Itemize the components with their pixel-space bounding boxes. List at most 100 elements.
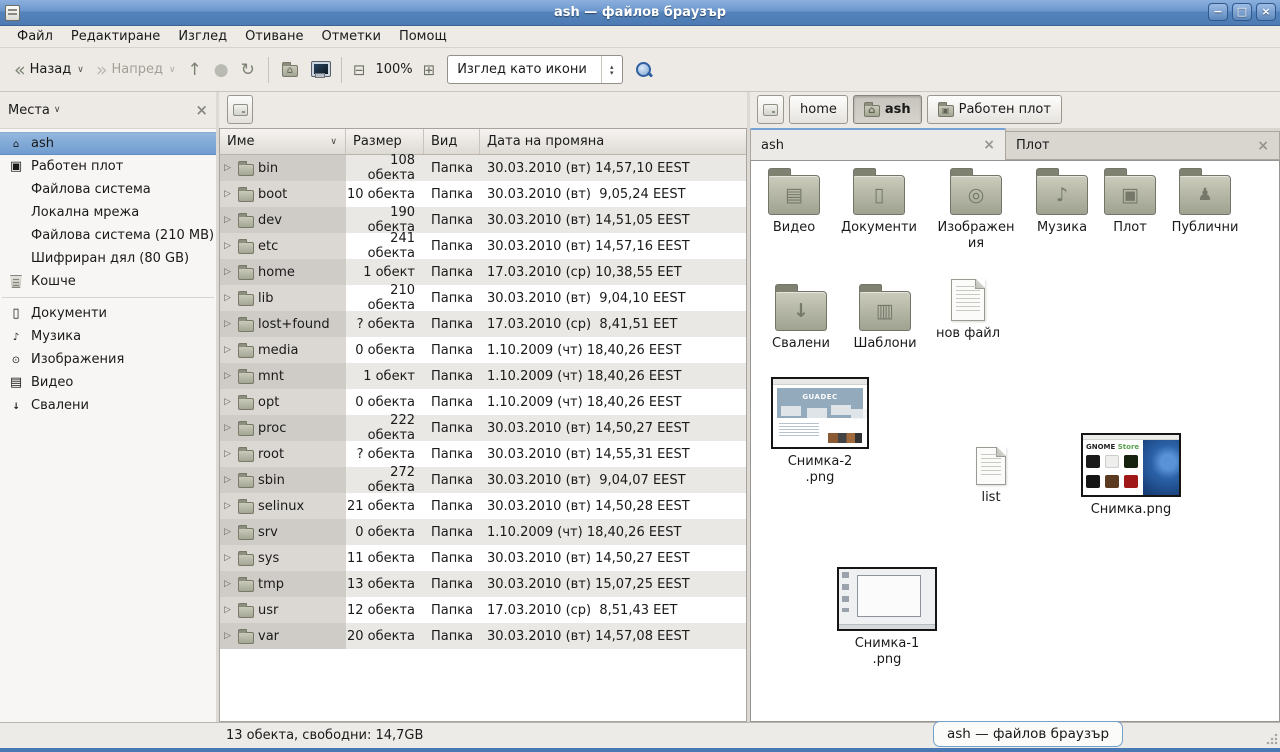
menu-item[interactable]: Редактиране: [62, 27, 169, 46]
table-row[interactable]: ▷ home 1 обект Папка 17.03.2010 (ср) 10,…: [220, 259, 746, 285]
back-dropdown-icon[interactable]: ∨: [77, 65, 84, 75]
menu-item[interactable]: Отиване: [236, 27, 312, 46]
expander-icon[interactable]: ▷: [224, 605, 234, 615]
expander-icon[interactable]: ▷: [224, 293, 234, 303]
forward-dropdown-icon[interactable]: ∨: [169, 65, 176, 75]
expander-icon[interactable]: ▷: [224, 215, 234, 225]
table-row[interactable]: ▷ proc 222 обекта Папка 30.03.2010 (вт) …: [220, 415, 746, 441]
expander-icon[interactable]: ▷: [224, 423, 234, 433]
menu-item[interactable]: Отметки: [312, 27, 389, 46]
view-mode-select[interactable]: Изглед като икони ▴▾: [447, 55, 623, 84]
titlebar[interactable]: ash — файлов браузър − □ ×: [0, 0, 1280, 26]
breadcrumb-ash-button[interactable]: ash: [853, 95, 922, 124]
home-button[interactable]: [276, 58, 304, 81]
column-header-name[interactable]: Име ∨: [220, 129, 346, 154]
column-header-kind[interactable]: Вид: [424, 129, 480, 154]
table-row[interactable]: ▷ root ? обекта Папка 30.03.2010 (вт) 14…: [220, 441, 746, 467]
sidebar-item[interactable]: Файлова система: [0, 178, 216, 201]
folder-item-pictures[interactable]: Изображения: [934, 167, 1018, 253]
file-item-list[interactable]: list: [961, 447, 1021, 506]
folder-item-public[interactable]: Публични: [1161, 167, 1249, 236]
minimize-button[interactable]: −: [1208, 3, 1228, 21]
stop-button[interactable]: ●: [208, 57, 235, 83]
tab-close-icon[interactable]: ×: [1257, 138, 1269, 154]
table-row[interactable]: ▷ lib 210 обекта Папка 30.03.2010 (вт) 9…: [220, 285, 746, 311]
table-row[interactable]: ▷ opt 0 обекта Папка 1.10.2009 (чт) 18,4…: [220, 389, 746, 415]
resize-grip[interactable]: [1266, 733, 1278, 745]
table-row[interactable]: ▷ lost+found ? обекта Папка 17.03.2010 (…: [220, 311, 746, 337]
zoom-in-button[interactable]: ⊞: [419, 58, 440, 82]
column-header-modified[interactable]: Дата на промяна: [480, 129, 746, 154]
sidebar-item[interactable]: Свалени: [0, 394, 216, 417]
breadcrumb-root-button[interactable]: [757, 95, 784, 124]
expander-icon[interactable]: ▷: [224, 553, 234, 563]
file-item-snimka2[interactable]: GUADEC Снимка-2.png: [765, 377, 875, 487]
sidebar-item[interactable]: Видео: [0, 371, 216, 394]
icon-view[interactable]: Видео Документи Изображения Музика Плот …: [750, 160, 1280, 722]
sidebar-item[interactable]: Работен плот: [0, 155, 216, 178]
up-button[interactable]: ↑: [182, 57, 208, 83]
table-row[interactable]: ▷ mnt 1 обект Папка 1.10.2009 (чт) 18,40…: [220, 363, 746, 389]
file-item-snimka1[interactable]: Снимка-1.png: [831, 567, 943, 669]
view-mode-spinner-icon[interactable]: ▴▾: [602, 64, 622, 76]
column-header-size[interactable]: Размер: [346, 129, 424, 154]
expander-icon[interactable]: ▷: [224, 163, 234, 173]
tab-ash[interactable]: ash ×: [750, 128, 1006, 160]
forward-button[interactable]: » Напред ∨: [90, 58, 182, 82]
back-button[interactable]: « Назад ∨: [8, 58, 90, 82]
sidebar-item[interactable]: Документи: [0, 302, 216, 325]
sidebar-item[interactable]: ash: [0, 132, 216, 155]
table-row[interactable]: ▷ sbin 272 обекта Папка 30.03.2010 (вт) …: [220, 467, 746, 493]
expander-icon[interactable]: ▷: [224, 631, 234, 641]
expander-icon[interactable]: ▷: [224, 345, 234, 355]
expander-icon[interactable]: ▷: [224, 319, 234, 329]
table-row[interactable]: ▷ selinux 21 обекта Папка 30.03.2010 (вт…: [220, 493, 746, 519]
table-row[interactable]: ▷ bin 108 обекта Папка 30.03.2010 (вт) 1…: [220, 155, 746, 181]
sidebar-item[interactable]: Кошче: [0, 270, 216, 293]
expander-icon[interactable]: ▷: [224, 475, 234, 485]
table-row[interactable]: ▷ dev 190 обекта Папка 30.03.2010 (вт) 1…: [220, 207, 746, 233]
expander-icon[interactable]: ▷: [224, 189, 234, 199]
table-row[interactable]: ▷ srv 0 обекта Папка 1.10.2009 (чт) 18,4…: [220, 519, 746, 545]
table-row[interactable]: ▷ media 0 обекта Папка 1.10.2009 (чт) 18…: [220, 337, 746, 363]
sidebar-item[interactable]: Изображения: [0, 348, 216, 371]
folder-item-downloads[interactable]: Свалени: [759, 283, 843, 352]
maximize-button[interactable]: □: [1232, 3, 1252, 21]
close-button[interactable]: ×: [1256, 3, 1276, 21]
reload-button[interactable]: ↻: [235, 57, 261, 83]
zoom-out-button[interactable]: ⊟: [349, 58, 370, 82]
computer-button[interactable]: [304, 58, 334, 82]
sidebar-item[interactable]: Файлова система (210 MB): [0, 224, 216, 247]
expander-icon[interactable]: ▷: [224, 527, 234, 537]
expander-icon[interactable]: ▷: [224, 397, 234, 407]
table-row[interactable]: ▷ usr 12 обекта Папка 17.03.2010 (ср) 8,…: [220, 597, 746, 623]
expander-icon[interactable]: ▷: [224, 501, 234, 511]
file-item-new-file[interactable]: нов файл: [926, 279, 1010, 342]
table-row[interactable]: ▷ etc 241 обекта Папка 30.03.2010 (вт) 1…: [220, 233, 746, 259]
folder-item-documents[interactable]: Документи: [836, 167, 922, 236]
folder-item-video[interactable]: Видео: [752, 167, 836, 236]
table-row[interactable]: ▷ sys 11 обекта Папка 30.03.2010 (вт) 14…: [220, 545, 746, 571]
sidebar-item[interactable]: Шифриран дял (80 GB): [0, 247, 216, 270]
file-item-snimka[interactable]: GNOME Store Снимка.png: [1077, 433, 1185, 518]
places-close-icon[interactable]: ×: [195, 101, 208, 119]
menu-item[interactable]: Изглед: [169, 27, 236, 46]
breadcrumb-desktop-button[interactable]: Работен плот: [927, 95, 1062, 124]
tab-close-icon[interactable]: ×: [983, 137, 995, 153]
expander-icon[interactable]: ▷: [224, 579, 234, 589]
expander-icon[interactable]: ▷: [224, 449, 234, 459]
table-row[interactable]: ▷ var 20 обекта Папка 30.03.2010 (вт) 14…: [220, 623, 746, 649]
table-row[interactable]: ▷ tmp 13 обекта Папка 30.03.2010 (вт) 15…: [220, 571, 746, 597]
menu-item[interactable]: Файл: [8, 27, 62, 46]
folder-item-templates[interactable]: Шаблони: [843, 283, 927, 352]
expander-icon[interactable]: ▷: [224, 241, 234, 251]
table-row[interactable]: ▷ boot 10 обекта Папка 30.03.2010 (вт) 9…: [220, 181, 746, 207]
expander-icon[interactable]: ▷: [224, 267, 234, 277]
sidebar-item[interactable]: Музика: [0, 325, 216, 348]
places-selector[interactable]: Места ∨: [8, 103, 61, 118]
folder-item-desktop[interactable]: Плот: [1088, 167, 1172, 236]
tab-plot[interactable]: Плот ×: [1006, 131, 1280, 160]
sidebar-item[interactable]: Локална мрежа: [0, 201, 216, 224]
expander-icon[interactable]: ▷: [224, 371, 234, 381]
breadcrumb-home-button[interactable]: home: [789, 95, 848, 124]
